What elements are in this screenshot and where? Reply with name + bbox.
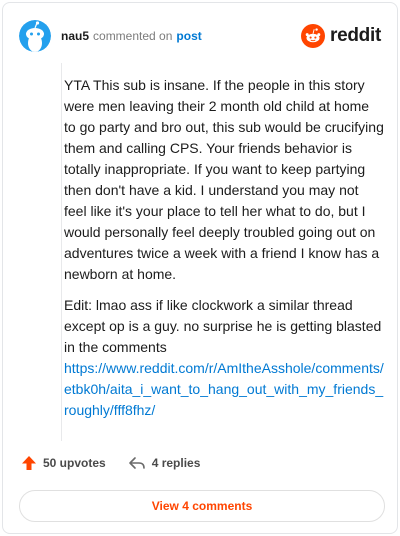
upvote-action[interactable]: 50 upvotes [21, 455, 106, 471]
comment-body: YTA This sub is insane. If the people in… [64, 75, 384, 431]
reply-count: 4 replies [151, 456, 201, 470]
comment-paragraph-2: Edit: lmao ass if like clockwork a simil… [64, 295, 384, 421]
replies-action[interactable]: 4 replies [128, 455, 201, 471]
comment-paragraph-1: YTA This sub is insane. If the people in… [64, 77, 384, 282]
post-link[interactable]: post [176, 28, 201, 44]
snoo-avatar-icon[interactable] [19, 20, 51, 52]
comment-header: nau5 commented on post reddit [19, 19, 381, 53]
upvote-arrow-icon [22, 456, 36, 470]
reddit-logo-icon [301, 24, 326, 48]
comment-actions: 50 upvotes 4 replies [21, 455, 200, 471]
view-comments-button[interactable]: View 4 comments [19, 490, 385, 522]
username-link[interactable]: nau5 [61, 28, 89, 44]
comment-meta: nau5 commented on post [61, 28, 202, 44]
upvote-count: 50 upvotes [43, 456, 106, 470]
reddit-wordmark: reddit [330, 25, 381, 46]
thread-line[interactable] [61, 63, 62, 441]
comment-url-link[interactable]: https://www.reddit.com/r/AmItheAsshole/c… [64, 358, 384, 421]
reply-icon [128, 457, 145, 469]
comment-card: nau5 commented on post reddit YTA This s… [2, 2, 398, 534]
commented-on-text: commented on [93, 29, 173, 43]
reddit-brand[interactable]: reddit [301, 24, 381, 48]
comment-edit-text: Edit: lmao ass if like clockwork a simil… [64, 297, 382, 355]
